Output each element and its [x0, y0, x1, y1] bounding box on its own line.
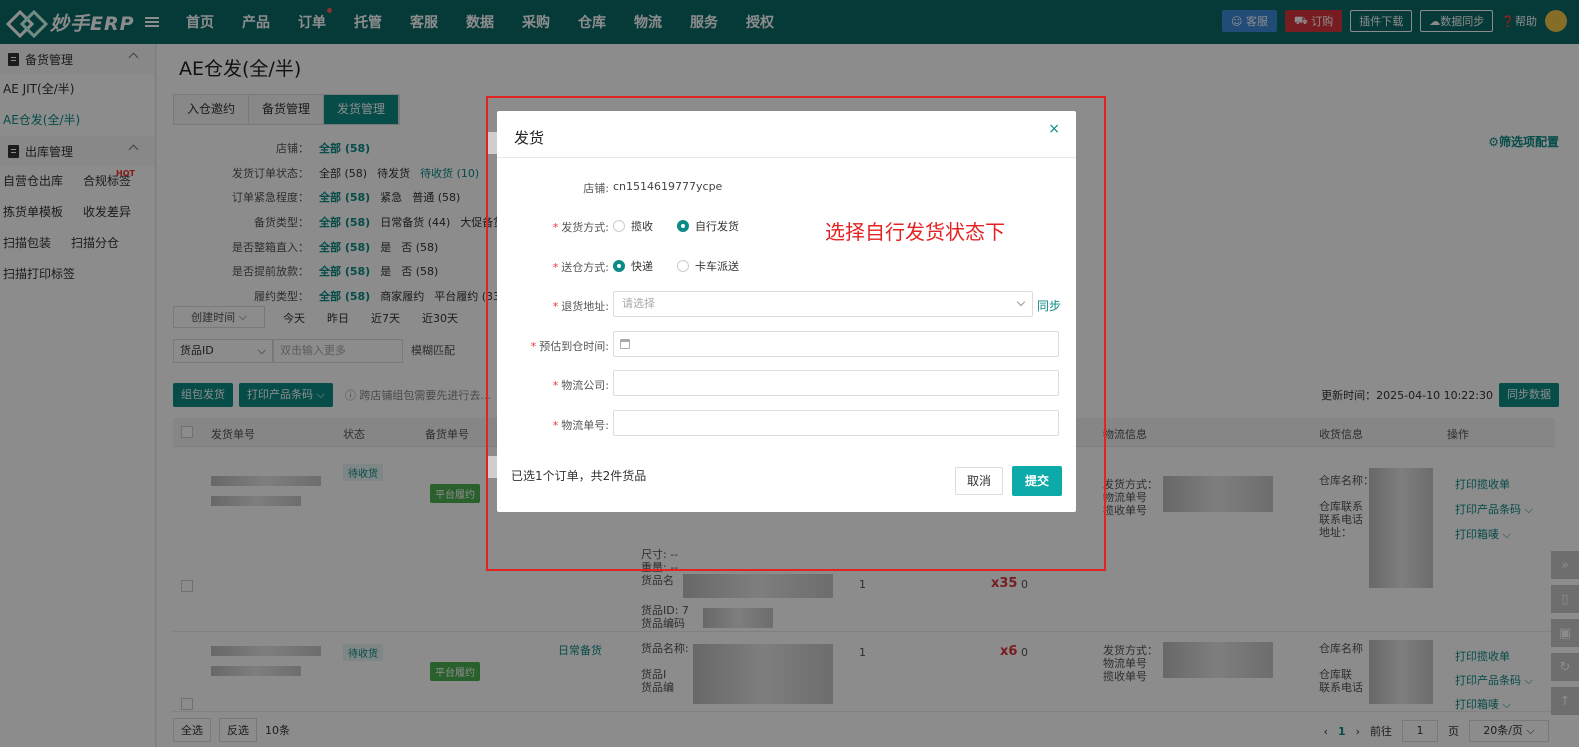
annotation-text: 选择自行发货状态下 — [825, 220, 1005, 244]
annotation-box — [486, 96, 1106, 571]
